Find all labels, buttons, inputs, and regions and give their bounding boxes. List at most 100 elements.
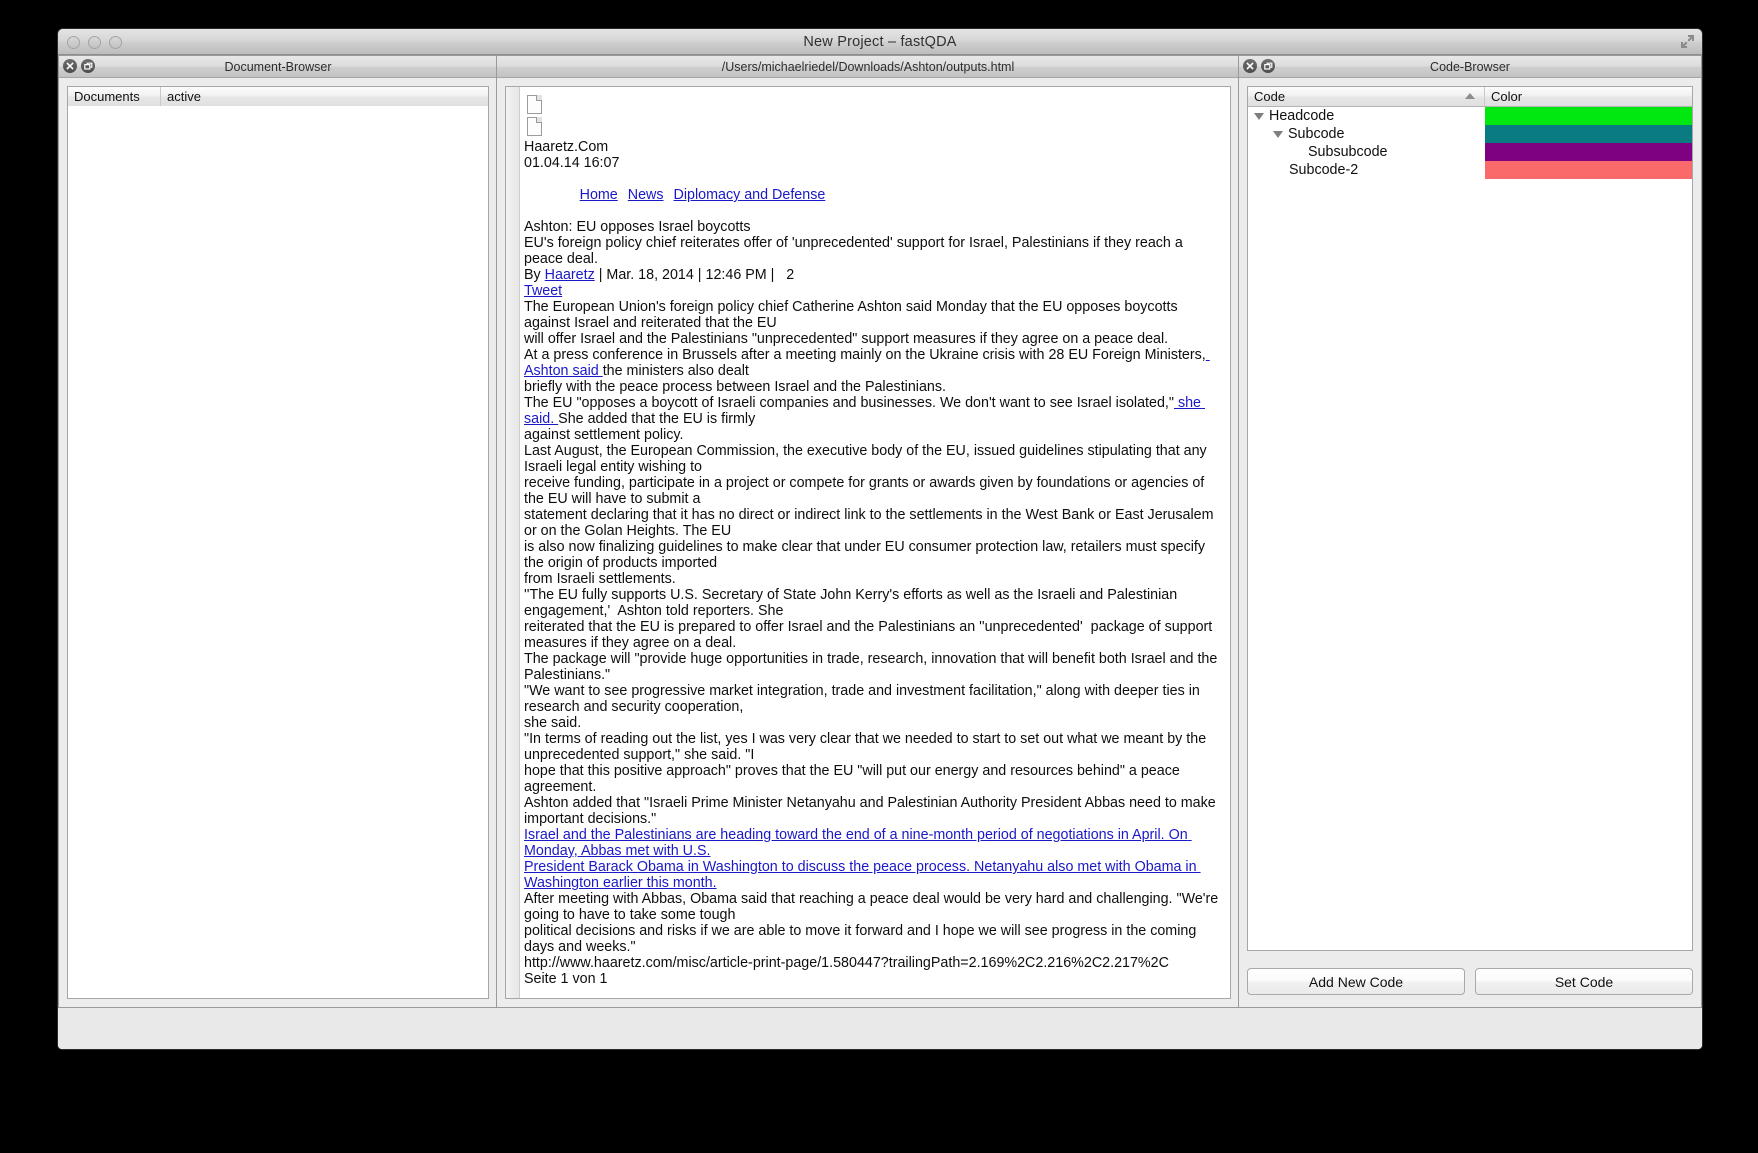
body-line: briefly with the peace process between I… [524,379,947,395]
body-line: hope that this positive approach" proves… [524,763,1184,795]
document-page-content[interactable]: Haaretz.Com 01.04.14 16:07 Home News Diplo… [520,87,1230,998]
code-tree-rows[interactable]: Headcode Subcode Subsubcode Subcode-2 [1248,107,1692,179]
document-browser-body: Documents active [59,78,497,1007]
code-tree-row[interactable]: Subcode-2 [1248,161,1692,179]
byline-prefix: By [524,267,541,283]
body-line-with-code: At a press conference in Brussels after … [524,347,1224,379]
article-footer-page: Seite 1 von 1 [524,971,608,987]
body-line: receive funding, participate in a projec… [524,475,1209,507]
column-header-active[interactable]: active [161,87,488,106]
set-code-button[interactable]: Set Code [1475,968,1693,995]
body-line: The package will "provide huge opportuni… [524,651,1222,683]
breadcrumb[interactable]: Home News Diplomacy and Defense [524,171,1224,219]
close-icon[interactable] [63,59,77,73]
window-titlebar: New Project – fastQDA [58,29,1702,55]
code-tree-row-label-cell[interactable]: Headcode [1248,107,1485,125]
restore-icon[interactable] [81,59,95,73]
document-viewer-body: Haaretz.Com 01.04.14 16:07 Home News Diplo… [497,78,1239,1007]
document-browser-window-buttons[interactable] [63,59,95,73]
document-viewer-window: /Users/michaelriedel/Downloads/Ashton/ou… [496,55,1240,1008]
document-path-label: /Users/michaelriedel/Downloads/Ashton/ou… [721,59,1015,74]
code-browser-actions: Add New Code Set Code [1247,968,1693,995]
article-byline: By Haaretz | Mar. 18, 2014 | 12:46 PM | … [524,267,1224,283]
body-line: Ashton added that "Israeli Prime Ministe… [524,795,1220,827]
documents-list-body[interactable] [68,106,488,998]
body-text: At a press conference in Brussels after … [524,347,1206,363]
body-line: ''The EU fully supports U.S. Secretary o… [524,587,1182,619]
application-window: New Project – fastQDA Document-Browser D… [57,28,1703,1050]
tweet-link-line[interactable]: Tweet [524,283,1224,299]
body-line: statement declaring that it has no direc… [524,507,1218,539]
tweet-link[interactable]: Tweet [524,283,562,299]
documents-listview[interactable]: Documents active [67,86,489,999]
chevron-down-icon[interactable] [1254,112,1264,120]
code-name-label: Headcode [1269,108,1335,124]
document-page-area: Haaretz.Com 01.04.14 16:07 Home News Diplo… [505,86,1231,999]
code-color-swatch[interactable] [1485,125,1692,143]
byline-author-link[interactable]: Haaretz [545,267,595,283]
code-color-swatch[interactable] [1485,143,1692,161]
body-line: will offer Israel and the Palestinians "… [524,331,1169,347]
body-line: The European Union's foreign policy chie… [524,299,1182,331]
code-tree-row-label-cell[interactable]: Subcode [1248,125,1485,143]
breadcrumb-home[interactable]: Home [580,187,618,203]
body-line: "In terms of reading out the list, yes I… [524,731,1211,763]
code-browser-window-buttons[interactable] [1243,59,1275,73]
body-line: reiterated that the EU is prepared to of… [524,619,1217,651]
document-browser-window: Document-Browser Documents active [58,55,498,1008]
coded-paragraph[interactable]: Israel and the Palestinians are heading … [524,827,1224,859]
document-browser-titlebar: Document-Browser [59,56,497,78]
mdi-workspace: Document-Browser Documents active /Users… [58,55,1702,1049]
code-browser-title-label: Code-Browser [1430,59,1510,74]
body-line: political decisions and risks if we are … [524,923,1201,955]
body-line: Last August, the European Commission, th… [524,443,1211,475]
add-new-code-button[interactable]: Add New Code [1247,968,1465,995]
code-tree-row[interactable]: Subsubcode [1248,143,1692,161]
window-traffic-lights[interactable] [67,36,122,49]
body-line: she said. [524,715,582,731]
article-source: Haaretz.Com [524,139,609,155]
body-line: After meeting with Abbas, Obama said tha… [524,891,1223,923]
minimize-window-button[interactable] [88,36,101,49]
article-footer-url: http://www.haaretz.com/misc/article-prin… [524,955,1169,971]
breadcrumb-diplomacy[interactable]: Diplomacy and Defense [674,187,826,203]
coded-paragraph[interactable]: President Barack Obama in Washington to … [524,859,1224,891]
code-tree-row-label-cell[interactable]: Subsubcode [1248,143,1485,161]
body-line-with-code: The EU "opposes a boycott of Israeli com… [524,395,1224,427]
body-text: She added that the EU is firmly [558,411,756,427]
code-tree-row[interactable]: Headcode [1248,107,1692,125]
restore-icon[interactable] [1261,59,1275,73]
article-timestamp: 01.04.14 16:07 [524,155,620,171]
code-name-label: Subcode-2 [1289,162,1359,178]
column-header-code[interactable]: Code [1248,87,1485,106]
code-name-label: Subsubcode [1308,144,1388,160]
documents-listview-header: Documents active [68,87,488,107]
code-browser-window: Code-Browser Code Color Headcode Subcode S… [1238,55,1702,1008]
code-tree-row-label-cell[interactable]: Subcode-2 [1248,161,1485,179]
article-headline: Ashton: EU opposes Israel boycotts [524,219,751,235]
document-vertical-scrollbar[interactable] [506,87,520,998]
close-window-button[interactable] [67,36,80,49]
code-color-swatch[interactable] [1485,107,1692,125]
body-text: The EU "opposes a boycott of Israeli com… [524,395,1174,411]
code-name-label: Subcode [1288,126,1345,142]
column-header-documents[interactable]: Documents [68,87,161,106]
document-viewer-titlebar: /Users/michaelriedel/Downloads/Ashton/ou… [497,56,1239,78]
body-line: against settlement policy. [524,427,684,443]
fullscreen-expand-icon[interactable] [1680,34,1695,49]
chevron-down-icon[interactable] [1273,130,1283,138]
broken-image-icon-2 [527,117,542,136]
document-browser-title-label: Document-Browser [224,59,332,74]
code-tree-row[interactable]: Subcode [1248,125,1692,143]
breadcrumb-news[interactable]: News [628,187,664,203]
window-title: New Project – fastQDA [803,33,957,50]
code-tree-panel[interactable]: Code Color Headcode Subcode Subsubcode Subc… [1247,86,1693,951]
body-line: is also now finalizing guidelines to mak… [524,539,1209,571]
body-line: "We want to see progressive market integ… [524,683,1204,715]
column-header-color[interactable]: Color [1485,87,1692,106]
close-icon[interactable] [1243,59,1257,73]
code-color-swatch[interactable] [1485,161,1692,179]
zoom-window-button[interactable] [109,36,122,49]
body-text: the ministers also dealt [602,363,749,379]
code-browser-body: Code Color Headcode Subcode Subsubcode Subc… [1239,78,1701,1007]
